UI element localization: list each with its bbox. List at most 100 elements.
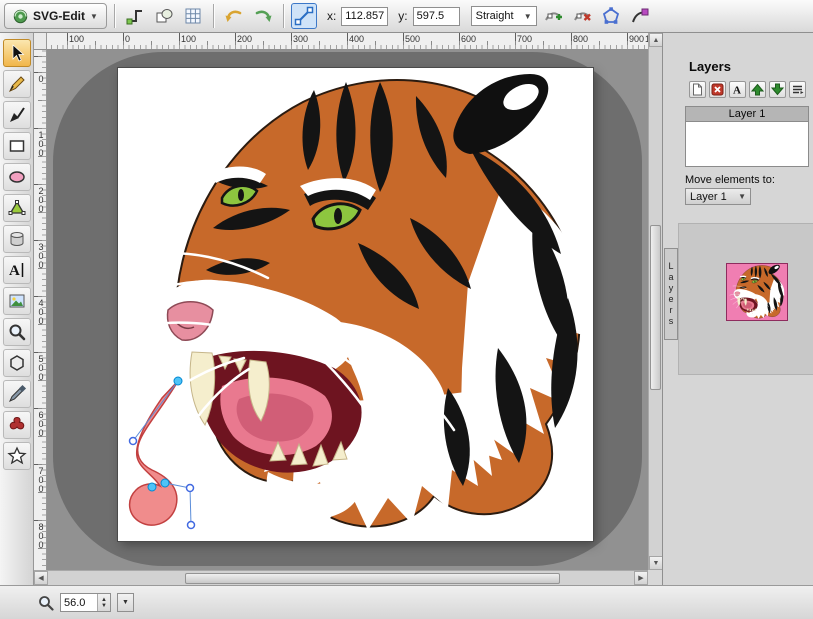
- up-arrow-icon: [751, 83, 764, 96]
- zoom-step-down-icon[interactable]: ▼: [101, 603, 107, 609]
- layer-options-button[interactable]: [789, 81, 806, 98]
- main-menu-button[interactable]: SVG-Edit ▼: [4, 3, 107, 29]
- v-ruler-label: 500: [36, 354, 46, 381]
- delete-layer-icon: [711, 83, 724, 96]
- horizontal-scroll-thumb[interactable]: [185, 573, 560, 584]
- grid-button[interactable]: [180, 3, 206, 29]
- zoom-tool-button[interactable]: [3, 318, 31, 346]
- rename-layer-button[interactable]: A: [729, 81, 746, 98]
- scroll-up-arrow[interactable]: ▲: [649, 33, 663, 47]
- drawing-canvas[interactable]: [118, 68, 593, 541]
- layers-panel: Layers Layers A: [662, 33, 813, 585]
- h-ruler-label: 400: [349, 34, 364, 44]
- rectangle-tool-button[interactable]: [3, 132, 31, 160]
- vertical-ruler: 0 100 200 300 400 500 600 700 800: [34, 50, 47, 570]
- y-coordinate-input[interactable]: [413, 7, 460, 26]
- ellipse-tool-button[interactable]: [3, 163, 31, 191]
- zoom-spinner: ▲ ▼: [60, 593, 111, 612]
- delete-node-icon: [572, 6, 592, 26]
- delete-layer-button[interactable]: [709, 81, 726, 98]
- tiger-thumbnail-image: [727, 264, 787, 320]
- h-ruler-label: 100: [69, 34, 84, 44]
- toolbar-separator: [114, 4, 115, 28]
- open-path-button[interactable]: [598, 3, 624, 29]
- toolbar-separator: [283, 4, 284, 28]
- pencil-tool-button[interactable]: [3, 70, 31, 98]
- add-node-button[interactable]: [540, 3, 566, 29]
- image-tool-button[interactable]: [3, 287, 31, 315]
- line-tool-button[interactable]: [3, 101, 31, 129]
- new-layer-icon: [691, 83, 704, 96]
- link-control-points-toggle[interactable]: [291, 3, 317, 29]
- zoom-input[interactable]: [61, 594, 97, 611]
- zoom-preset-dropdown[interactable]: ▼: [117, 593, 134, 612]
- eyedropper-tool-button[interactable]: [3, 380, 31, 408]
- scroll-right-arrow[interactable]: ▶: [634, 571, 648, 585]
- new-layer-button[interactable]: [689, 81, 706, 98]
- redo-icon: [253, 6, 273, 26]
- duplicate-button[interactable]: [151, 3, 177, 29]
- logo-label: SVG-Edit: [33, 9, 85, 23]
- vertical-scrollbar[interactable]: ▲ ▼: [648, 33, 662, 570]
- move-elements-select[interactable]: Layer 1 ▼: [685, 188, 751, 205]
- scrollbar-corner: [648, 570, 662, 585]
- lower-layer-button[interactable]: [769, 81, 786, 98]
- path-bezier-icon: [7, 198, 27, 218]
- path-edit-overlay[interactable]: [130, 377, 195, 529]
- raise-layer-button[interactable]: [749, 81, 766, 98]
- svg-text:A: A: [733, 85, 741, 97]
- star-tool-button[interactable]: [3, 442, 31, 470]
- rename-layer-icon: A: [731, 83, 744, 96]
- move-elements-caret-icon: ▼: [738, 192, 746, 201]
- top-toolbar: SVG-Edit ▼: [0, 0, 813, 33]
- text-icon: A: [7, 260, 27, 280]
- undo-icon: [224, 6, 244, 26]
- cylinder-icon: [7, 229, 27, 249]
- polygon-tool-button[interactable]: [3, 349, 31, 377]
- h-ruler-label: 800: [573, 34, 588, 44]
- text-tool-button[interactable]: A: [3, 256, 31, 284]
- layers-panel-collapse-tab[interactable]: Layers: [664, 248, 678, 340]
- hexagon-icon: [7, 353, 27, 373]
- redo-button[interactable]: [250, 3, 276, 29]
- svg-edit-window: SVG-Edit ▼: [0, 0, 813, 619]
- elbow-connector-button[interactable]: [122, 3, 148, 29]
- undo-button[interactable]: [221, 3, 247, 29]
- zoom-stepper[interactable]: ▲ ▼: [97, 594, 110, 611]
- move-elements-value: Layer 1: [690, 191, 727, 203]
- v-ruler-label: 400: [36, 298, 46, 325]
- x-coordinate-input[interactable]: [341, 7, 388, 26]
- horizontal-scrollbar[interactable]: ◀ ▶: [34, 570, 648, 585]
- delete-node-button[interactable]: [569, 3, 595, 29]
- select-tool-button[interactable]: [3, 39, 31, 67]
- vertical-scroll-thumb[interactable]: [650, 225, 661, 390]
- pencil-icon: [7, 74, 27, 94]
- move-elements-label: Move elements to:: [685, 174, 775, 186]
- reorient-path-button[interactable]: [627, 3, 653, 29]
- v-ruler-label: 300: [36, 242, 46, 269]
- tiger-artwork: [118, 68, 593, 541]
- shape-library-tool-button[interactable]: [3, 411, 31, 439]
- cylinder-shape-tool-button[interactable]: [3, 225, 31, 253]
- layer-options-icon: [791, 83, 804, 96]
- v-ruler-label: 0: [36, 74, 46, 83]
- toolbar-separator: [213, 4, 214, 28]
- layer-buttons-row: A: [689, 81, 806, 98]
- h-ruler-label: 500: [405, 34, 420, 44]
- segment-type-select[interactable]: Straight ▼: [471, 6, 537, 26]
- svg-edit-logo-icon: [13, 9, 28, 24]
- segment-select-caret-icon: ▼: [524, 12, 532, 21]
- down-arrow-icon: [771, 83, 784, 96]
- v-ruler-label: 800: [36, 522, 46, 549]
- elbow-connector-icon: [126, 7, 144, 25]
- h-ruler-label: 700: [517, 34, 532, 44]
- path-tool-button[interactable]: [3, 194, 31, 222]
- scroll-left-arrow[interactable]: ◀: [34, 571, 48, 585]
- svg-text:A: A: [9, 263, 20, 279]
- image-icon: [7, 291, 27, 311]
- scroll-down-arrow[interactable]: ▼: [649, 556, 663, 570]
- h-ruler-label: 100: [181, 34, 196, 44]
- magnifier-icon: [7, 322, 27, 342]
- h-ruler-label: 600: [461, 34, 476, 44]
- layer-list-row-layer1[interactable]: Layer 1: [686, 107, 808, 122]
